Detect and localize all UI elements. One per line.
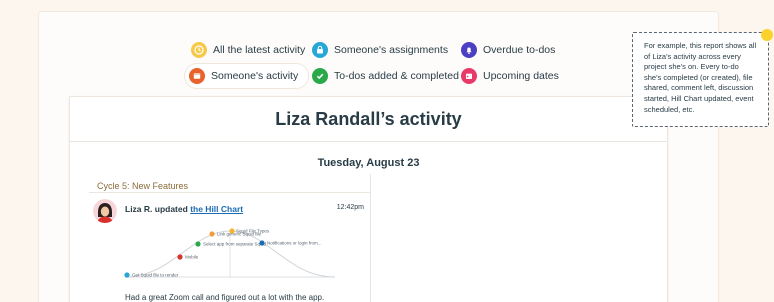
project-name[interactable]: Cycle 5: New Features xyxy=(97,181,188,191)
event-comment: Had a great Zoom call and figured out a … xyxy=(125,293,325,302)
callout-marker xyxy=(761,29,773,41)
hill-chart-link[interactable]: the Hill Chart xyxy=(190,204,243,214)
report-upcoming-dates[interactable]: Upcoming dates xyxy=(457,64,569,88)
report-label: Someone's assignments xyxy=(334,44,449,56)
checkmark-icon xyxy=(312,68,328,84)
report-label: To-dos added & completed xyxy=(334,70,459,82)
activity-report-card: Liza Randall’s activity Tuesday, August … xyxy=(69,96,668,302)
hill-point[interactable]: Mobile xyxy=(177,254,199,260)
hill-chart: Squid File Types Link generic Squid file… xyxy=(124,228,336,278)
lock-person-icon xyxy=(312,42,328,58)
callout-text: For example, this report shows all of Li… xyxy=(644,41,757,114)
hill-point[interactable]: Notifications or login from... xyxy=(259,240,322,246)
date-heading: Tuesday, August 23 xyxy=(317,157,420,169)
hill-point[interactable]: Get Squid file to render xyxy=(124,272,179,278)
report-label: Someone's activity xyxy=(211,70,299,82)
hill-point[interactable]: Select app from separate Squid xyxy=(195,241,267,247)
svg-text:Mobile: Mobile xyxy=(185,255,199,260)
svg-text:Get Squid file to render: Get Squid file to render xyxy=(132,273,179,278)
svg-text:Link generic Squid file: Link generic Squid file xyxy=(217,232,262,237)
report-someones-activity[interactable]: Someone's activity xyxy=(185,64,309,88)
divider xyxy=(70,141,667,142)
event-time: 12:42pm xyxy=(336,204,364,211)
column-divider xyxy=(370,174,371,302)
report-label: All the latest activity xyxy=(213,44,306,56)
report-someones-assignments[interactable]: Someone's assignments xyxy=(308,38,458,62)
report-label: Upcoming dates xyxy=(483,70,559,82)
report-todos-added-completed[interactable]: To-dos added & completed xyxy=(308,64,469,88)
bell-icon xyxy=(461,42,477,58)
calendar-icon xyxy=(461,68,477,84)
hill-point[interactable]: Link generic Squid file xyxy=(209,231,262,237)
calendar-card-icon xyxy=(189,68,205,84)
svg-text:Select app from separate Squid: Select app from separate Squid xyxy=(203,242,267,247)
report-overdue-todos[interactable]: Overdue to-dos xyxy=(457,38,565,62)
svg-text:Notifications or login from...: Notifications or login from... xyxy=(267,241,322,246)
clock-icon xyxy=(191,42,207,58)
activity-event[interactable]: Liza R. updated the Hill Chart 12:42pm S… xyxy=(89,192,370,302)
event-actor: Liza R. updated xyxy=(125,204,188,214)
avatar[interactable] xyxy=(93,199,117,223)
report-latest-activity[interactable]: All the latest activity xyxy=(187,38,315,62)
report-label: Overdue to-dos xyxy=(483,44,556,56)
page-title: Liza Randall’s activity xyxy=(275,109,462,129)
explanation-callout: For example, this report shows all of Li… xyxy=(632,32,769,127)
event-summary: Liza R. updated the Hill Chart xyxy=(125,204,243,214)
